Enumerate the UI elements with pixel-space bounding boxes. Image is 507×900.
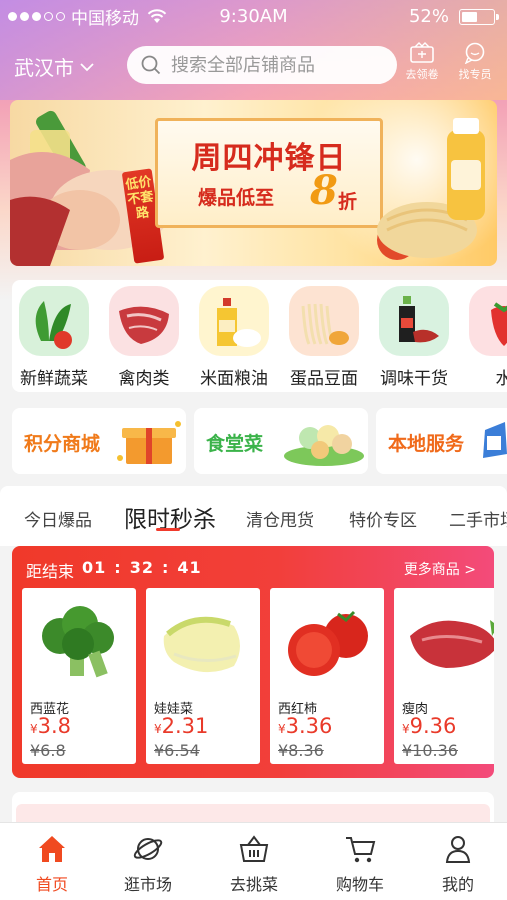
chat-icon (464, 42, 485, 64)
lean-meat-image (410, 620, 494, 668)
banner-title-card: 周四冲锋日 爆品低至 8 折 (155, 118, 383, 228)
bottom-navigation: 首页 逛市场 去挑菜 购物车 我的 (0, 822, 507, 900)
planet-icon (133, 838, 163, 860)
gift-box-icon (117, 421, 181, 464)
product-card[interactable]: 瘦肉 ¥9.36 ¥10.36 (394, 588, 494, 764)
battery-percent: 52% (408, 6, 449, 27)
product-price: ¥2.31 (154, 714, 209, 738)
points-mall-label: 积分商城 (24, 433, 101, 455)
canteen-dishes-label: 食堂菜 (206, 433, 264, 455)
countdown-hours: 01 (82, 558, 107, 577)
countdown-label: 距结束 (26, 562, 75, 581)
find-expert-button[interactable]: 找专员 (451, 42, 499, 82)
nav-label: 我的 (441, 875, 474, 894)
original-price: ¥8.36 (278, 741, 324, 760)
product-price: ¥9.36 (402, 714, 457, 738)
status-bar: 中国移动 9:30AM 52% (0, 0, 507, 32)
banner-discount: 8 (310, 167, 338, 214)
promo-banner[interactable]: 低价不套路 周四冲锋日 爆品低至 8 折 (10, 100, 497, 266)
category-label: 新鲜蔬菜 (20, 369, 88, 389)
flash-sale-panel: 距结束 01 : 32 : 41 更多商品 > 西蓝花 ¥3.8 ¥6.8 娃娃… (12, 546, 494, 778)
countdown-seconds: 41 (177, 558, 202, 577)
nav-home[interactable]: 首页 (12, 833, 92, 895)
city-name: 武汉市 (14, 56, 74, 80)
get-coupon-button[interactable]: 去领卷 (398, 42, 446, 82)
dumplings-icon (284, 425, 364, 466)
chevron-down-icon (80, 62, 94, 71)
oil-icon (199, 286, 269, 356)
seasoning-icon (379, 286, 449, 356)
search-input[interactable] (171, 54, 381, 76)
tab-today-hot[interactable]: 今日爆品 (24, 506, 92, 531)
grocery-illustration-right (377, 118, 485, 260)
original-price: ¥6.8 (30, 741, 66, 760)
nav-label: 去挑菜 (229, 875, 278, 894)
expert-label: 找专员 (458, 68, 492, 81)
original-price: ¥10.36 (402, 741, 458, 760)
city-selector[interactable]: 武汉市 (14, 52, 94, 81)
services-icon (483, 422, 507, 458)
basket-icon (239, 835, 269, 862)
napa-cabbage-image (163, 616, 240, 673)
coupon-icon (410, 42, 434, 63)
category-row: 新鲜蔬菜 禽肉类 米面粮油 蛋品豆面 调味干货 水 (12, 280, 507, 392)
nav-label: 购物车 (335, 875, 384, 894)
noodle-icon (289, 286, 359, 356)
countdown-minutes: 32 (129, 558, 154, 577)
top-header: 武汉市 去领卷 找专员 (0, 40, 507, 92)
nav-market[interactable]: 逛市场 (108, 833, 188, 895)
product-tabs: 今日爆品 限时秒杀 清仓甩货 特价专区 二手市场 (0, 486, 507, 546)
category-seasoning[interactable]: 调味干货 (372, 286, 456, 389)
product-card[interactable]: 娃娃菜 ¥2.31 ¥6.54 (146, 588, 260, 764)
search-icon (141, 55, 161, 75)
tab-second-hand[interactable]: 二手市场 (449, 506, 507, 531)
banner-subtitle: 爆品低至 (198, 187, 275, 209)
local-services-card[interactable]: 本地服务 (376, 408, 507, 474)
nav-pick-vegetables[interactable]: 去挑菜 (214, 833, 294, 895)
search-bar[interactable] (127, 46, 397, 84)
category-label: 米面粮油 (200, 369, 268, 389)
more-products-link[interactable]: 更多商品 > (404, 559, 476, 579)
nav-label: 首页 (35, 875, 68, 894)
points-mall-card[interactable]: 积分商城 (12, 408, 186, 474)
category-meat[interactable]: 禽肉类 (102, 286, 186, 389)
strawberry-icon (469, 286, 507, 356)
battery-icon (459, 9, 499, 25)
banner-discount-unit: 折 (338, 191, 358, 213)
cart-icon (346, 837, 376, 863)
countdown: 距结束 01 : 32 : 41 (26, 558, 202, 581)
category-label: 调味干货 (380, 369, 448, 389)
nav-cart[interactable]: 购物车 (320, 833, 400, 895)
category-vegetables[interactable]: 新鲜蔬菜 (12, 286, 96, 389)
next-section-peek (12, 792, 494, 822)
category-label: 禽肉类 (118, 369, 170, 389)
tomato-image (288, 610, 368, 676)
tab-special-offers[interactable]: 特价专区 (349, 506, 417, 531)
canteen-dishes-card[interactable]: 食堂菜 (194, 408, 368, 474)
meat-icon (109, 286, 179, 356)
vegetable-icon (19, 286, 89, 356)
broccoli-image (42, 606, 114, 678)
home-icon (39, 836, 65, 862)
user-icon (445, 836, 471, 863)
product-price: ¥3.36 (278, 714, 333, 738)
product-card[interactable]: 西蓝花 ¥3.8 ¥6.8 (22, 588, 136, 764)
original-price: ¥6.54 (154, 741, 200, 760)
category-grain-oil[interactable]: 米面粮油 (192, 286, 276, 389)
product-card[interactable]: 西红柿 ¥3.36 ¥8.36 (270, 588, 384, 764)
tab-clearance[interactable]: 清仓甩货 (246, 506, 314, 531)
category-label: 水 (495, 369, 507, 389)
category-label: 蛋品豆面 (290, 369, 358, 389)
banner-title: 周四冲锋日 (191, 141, 347, 176)
nav-profile[interactable]: 我的 (418, 833, 498, 895)
category-eggs-tofu[interactable]: 蛋品豆面 (282, 286, 366, 389)
active-tab-indicator (156, 528, 180, 531)
nav-label: 逛市场 (123, 875, 172, 894)
category-fruit[interactable]: 水 (462, 286, 507, 389)
local-services-label: 本地服务 (388, 433, 465, 455)
coupon-label: 去领卷 (405, 68, 439, 81)
product-price: ¥3.8 (30, 714, 72, 738)
